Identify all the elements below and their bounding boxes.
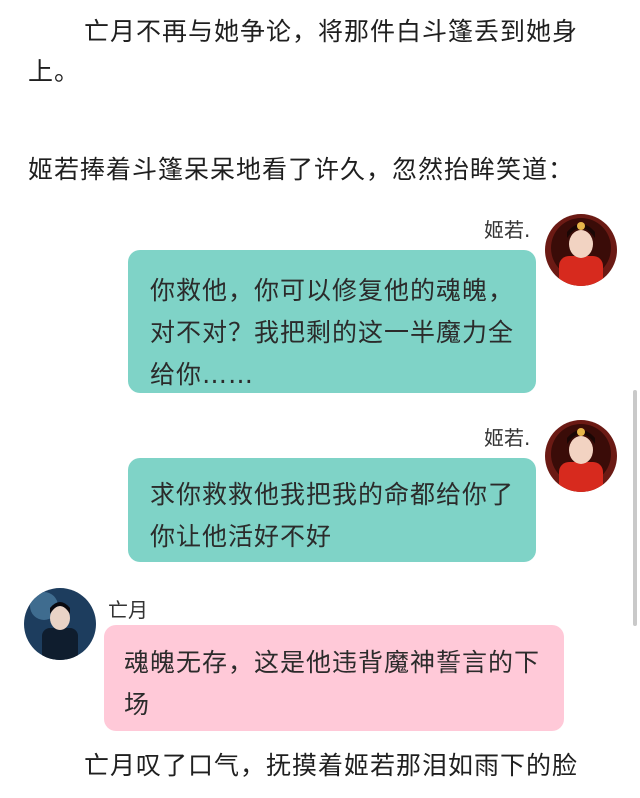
narration-paragraph-2: 姬若捧着斗篷呆呆地看了许久，忽然抬眸笑道： [28, 155, 575, 184]
avatar-icon[interactable] [545, 420, 617, 492]
message-bubble: 魂魄无存，这是他违背魔神誓言的下场 [104, 625, 564, 731]
narration-paragraph-3: 亡月叹了口气，抚摸着姬若那泪如雨下的脸 [84, 751, 579, 780]
sender-name: 姬若. [484, 426, 531, 450]
avatar-icon[interactable] [24, 588, 96, 660]
sender-name: 亡月 [108, 598, 148, 622]
scrollbar[interactable] [633, 390, 637, 626]
avatar-icon[interactable] [545, 214, 617, 286]
narration-paragraph-1: 亡月不再与她争论，将那件白斗篷丢到她身上。 [28, 17, 579, 86]
sender-name: 姬若. [484, 218, 531, 242]
message-bubble: 求你救救他我把我的命都给你了你让他活好不好 [128, 458, 536, 562]
message-bubble: 你救他，你可以修复他的魂魄，对不对？我把剩的这一半魔力全给你…… [128, 250, 536, 393]
